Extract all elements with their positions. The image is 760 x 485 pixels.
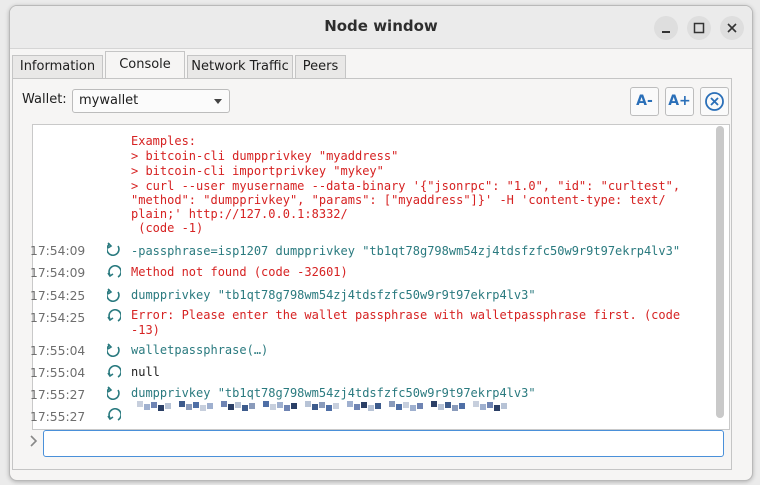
timestamp: 17:55:27	[30, 388, 86, 402]
help-line: plain;' http://127.0.0.1:8332/	[131, 207, 348, 221]
console-command: dumpprivkey "tb1qt78g798wm54zj4tdsfzfc50…	[131, 386, 536, 400]
tab-peers[interactable]: Peers	[295, 55, 346, 78]
console-command: walletpassphrase(…)	[131, 343, 269, 357]
console-error: Method not found (code -32601)	[131, 265, 348, 279]
minimize-icon	[662, 31, 670, 33]
clear-console-button[interactable]	[700, 87, 729, 116]
timestamp: 17:54:09	[30, 266, 86, 280]
chevron-down-icon	[214, 99, 222, 104]
minimize-button[interactable]	[654, 16, 678, 40]
window-title: Node window	[324, 17, 438, 35]
tab-label: Information	[19, 59, 96, 74]
help-line: > bitcoin-cli dumpprivkey "myaddress"	[131, 149, 399, 163]
clear-console-icon	[705, 92, 724, 111]
tab-network-traffic[interactable]: Network Traffic	[187, 55, 293, 78]
command-sent-icon	[107, 343, 120, 357]
reply-received-icon	[107, 365, 121, 378]
timestamp: 17:54:25	[30, 311, 86, 325]
maximize-icon	[693, 22, 705, 34]
tab-label: Console	[119, 57, 171, 72]
help-line: > curl --user myusername --data-binary '…	[131, 179, 681, 193]
wallet-label: Wallet:	[22, 92, 67, 107]
command-sent-icon	[107, 242, 120, 256]
help-line: > bitcoin-cli importprivkey "mykey"	[131, 164, 384, 178]
command-sent-icon	[107, 288, 120, 302]
console-command: dumpprivkey "tb1qt78g798wm54zj4tdsfzfc50…	[131, 288, 536, 302]
scrollbar-thumb[interactable]	[716, 126, 724, 418]
console-reply: null	[131, 365, 160, 379]
tab-label: Network Traffic	[191, 59, 289, 74]
tab-label: Peers	[302, 59, 339, 74]
help-line: "method": "dumpprivkey", "params": ["mya…	[131, 193, 666, 207]
console-command: -passphrase=isp1207 dumpprivkey "tb1qt78…	[131, 244, 681, 258]
timestamp: 17:55:04	[30, 344, 86, 358]
console-error: Error: Please enter the wallet passphras…	[131, 308, 681, 337]
console-scrollbar[interactable]	[716, 126, 724, 418]
help-line: Examples:	[131, 134, 197, 148]
timestamp: 17:54:09	[30, 244, 86, 258]
reply-received-icon	[107, 408, 121, 421]
redacted-private-key	[137, 401, 510, 412]
timestamp: 17:55:27	[30, 410, 86, 424]
reply-received-icon	[107, 265, 121, 278]
reply-received-icon	[107, 309, 121, 322]
font-larger-button[interactable]: A+	[665, 87, 694, 116]
command-sent-icon	[107, 386, 120, 400]
maximize-button[interactable]	[687, 16, 711, 40]
timestamp: 17:55:04	[30, 366, 86, 380]
help-line: (code -1)	[131, 221, 204, 235]
tab-information[interactable]: Information	[12, 55, 103, 78]
font-smaller-button[interactable]: A-	[630, 87, 659, 116]
tab-console[interactable]: Console	[105, 51, 185, 79]
prompt-chevron-icon	[30, 435, 38, 447]
wallet-select-value: mywallet	[79, 93, 139, 108]
timestamp: 17:54:25	[30, 289, 86, 303]
wallet-select[interactable]: mywallet	[72, 89, 230, 113]
console-input[interactable]	[43, 430, 724, 457]
title-bar[interactable]: Node window	[10, 6, 752, 49]
close-icon	[727, 23, 737, 33]
close-button[interactable]	[720, 16, 744, 40]
